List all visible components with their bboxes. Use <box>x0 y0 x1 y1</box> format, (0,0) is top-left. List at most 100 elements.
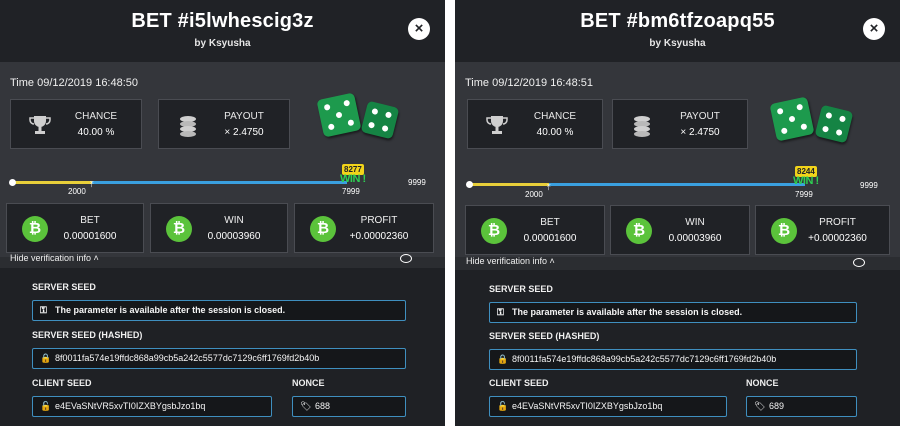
tag-icon: 🏷 <box>300 401 312 411</box>
payout-value: × 2.4750 <box>224 127 264 138</box>
bet-time: Time 09/12/2019 16:48:51 <box>465 77 594 89</box>
payout-label: PAYOUT <box>224 111 264 122</box>
bet-label: BET <box>80 215 100 226</box>
client-seed-label: CLIENT SEED <box>489 378 549 388</box>
lock-icon: 🔒 <box>497 354 509 364</box>
server-seed-value: The parameter is available after the ses… <box>512 307 743 317</box>
low-range-bar <box>12 181 92 184</box>
bet-summary: Time 09/12/2019 16:48:51 CHANCE 40.00 % … <box>455 62 900 257</box>
bet-label: BET <box>540 217 560 228</box>
range-low-arrow-icon: ⤒ <box>90 180 94 189</box>
coins-icon <box>634 116 650 137</box>
low-range-bar <box>469 183 549 186</box>
trophy-icon <box>486 116 508 134</box>
chance-box: CHANCE 40.00 % <box>467 99 603 149</box>
range-high-label: 7999 <box>795 190 813 199</box>
close-icon[interactable]: × <box>863 18 885 40</box>
range-low-label: 2000 <box>525 190 543 199</box>
bet-title: BET #i5lwhescig3z <box>131 10 314 32</box>
tag-icon: 🏷 <box>754 401 766 411</box>
high-range-bar <box>549 183 805 186</box>
close-icon[interactable]: × <box>408 18 430 40</box>
hashed-seed-label: SERVER SEED (HASHED) <box>32 330 143 340</box>
bet-time: Time 09/12/2019 16:48:50 <box>10 77 139 89</box>
bet-panel-left: BET #i5lwhescig3z by Ksyusha × Time 09/1… <box>0 0 445 426</box>
payout-value: × 2.4750 <box>680 127 720 138</box>
nonce-field[interactable]: 🏷 688 <box>292 396 406 417</box>
bet-title: BET #bm6tfzoapq55 <box>580 10 775 32</box>
win-label: WIN <box>224 215 244 226</box>
bet-box: ₿ BET 0.00001600 <box>6 203 144 253</box>
hashed-seed-value: 8f0011fa574e19ffdc868a99cb5a242c5577dc71… <box>55 353 320 363</box>
dice-icon <box>814 104 854 144</box>
range-low-arrow-icon: ⤒ <box>547 183 551 192</box>
verification-section: SERVER SEED ⚿ The parameter is available… <box>0 268 445 426</box>
range-low-label: 2000 <box>68 187 86 196</box>
verification-section: SERVER SEED ⚿ The parameter is available… <box>455 270 900 426</box>
profit-box: ₿ PROFIT +0.00002360 <box>755 205 890 255</box>
chat-icon[interactable] <box>400 254 412 263</box>
toggle-verification-link[interactable]: Hide verification info ˄ <box>466 256 555 266</box>
hashed-seed-label: SERVER SEED (HASHED) <box>489 331 600 341</box>
server-seed-value: The parameter is available after the ses… <box>55 305 286 315</box>
chance-value: 40.00 % <box>77 127 115 138</box>
panel-header: BET #i5lwhescig3z by Ksyusha × <box>0 0 445 62</box>
panel-header: BET #bm6tfzoapq55 by Ksyusha × <box>455 0 900 62</box>
coins-icon <box>180 116 196 137</box>
chat-icon[interactable] <box>853 258 865 267</box>
payout-label: PAYOUT <box>680 111 720 122</box>
profit-value: +0.00002360 <box>349 231 409 242</box>
profit-value: +0.00002360 <box>808 233 867 244</box>
client-seed-field[interactable]: 🔓 e4EVaSNtVR5xvTI0IZXBYgsbJzo1bq <box>32 396 272 417</box>
hashed-seed-field[interactable]: 🔒 8f0011fa574e19ffdc868a99cb5a242c5577dc… <box>32 348 406 369</box>
bet-box: ₿ BET 0.00001600 <box>465 205 605 255</box>
high-range-bar <box>92 181 347 184</box>
unlock-icon: 🔓 <box>497 401 509 411</box>
nonce-value: 689 <box>769 401 785 411</box>
chance-label: CHANCE <box>74 111 118 122</box>
client-seed-label: CLIENT SEED <box>32 378 92 388</box>
range-max-label: 9999 <box>860 181 878 190</box>
client-seed-field[interactable]: 🔓 e4EVaSNtVR5xvTI0IZXBYgsbJzo1bq <box>489 396 727 417</box>
bet-author: by Ksyusha <box>194 38 251 49</box>
bet-panel-right: BET #bm6tfzoapq55 by Ksyusha × Time 09/1… <box>455 0 900 426</box>
trophy-icon <box>29 116 51 134</box>
profit-label: PROFIT <box>360 215 398 226</box>
slider-handle[interactable] <box>9 179 16 186</box>
nonce-label: NONCE <box>746 378 779 388</box>
server-seed-label: SERVER SEED <box>489 284 553 294</box>
toggle-verification-link[interactable]: Hide verification info ˄ <box>10 253 99 263</box>
hashed-seed-field[interactable]: 🔒 8f0011fa574e19ffdc868a99cb5a242c5577dc… <box>489 349 857 370</box>
range-high-label: 7999 <box>342 187 360 196</box>
chance-value: 40.00 % <box>536 127 574 138</box>
bet-value: 0.00001600 <box>63 231 117 242</box>
roll-range-slider[interactable] <box>466 181 805 188</box>
nonce-value: 688 <box>315 401 331 411</box>
dice-icon <box>360 100 400 140</box>
server-seed-field[interactable]: ⚿ The parameter is available after the s… <box>489 302 857 323</box>
win-box: ₿ WIN 0.00003960 <box>150 203 288 253</box>
server-seed-label: SERVER SEED <box>32 282 96 292</box>
win-box: ₿ WIN 0.00003960 <box>610 205 750 255</box>
nonce-field[interactable]: 🏷 689 <box>746 396 857 417</box>
nonce-label: NONCE <box>292 378 325 388</box>
payout-box: PAYOUT × 2.4750 <box>158 99 290 149</box>
chance-label: CHANCE <box>533 111 577 122</box>
win-label: WIN <box>685 217 705 228</box>
win-value: 0.00003960 <box>207 231 261 242</box>
chance-box: CHANCE 40.00 % <box>10 99 142 149</box>
server-seed-field[interactable]: ⚿ The parameter is available after the s… <box>32 300 406 321</box>
dice-icon <box>769 96 815 142</box>
slider-handle[interactable] <box>466 181 473 188</box>
lock-icon: 🔒 <box>40 353 52 363</box>
profit-label: PROFIT <box>819 217 856 228</box>
bet-author: by Ksyusha <box>649 38 706 49</box>
win-marker: WIN ! <box>793 175 819 187</box>
win-value: 0.00003960 <box>668 233 722 244</box>
roll-range-slider[interactable] <box>9 179 347 186</box>
client-seed-value: e4EVaSNtVR5xvTI0IZXBYgsbJzo1bq <box>55 401 206 411</box>
dice-icon <box>316 92 362 138</box>
hashed-seed-value: 8f0011fa574e19ffdc868a99cb5a242c5577dc71… <box>512 354 777 364</box>
range-max-label: 9999 <box>408 178 426 187</box>
profit-box: ₿ PROFIT +0.00002360 <box>294 203 434 253</box>
